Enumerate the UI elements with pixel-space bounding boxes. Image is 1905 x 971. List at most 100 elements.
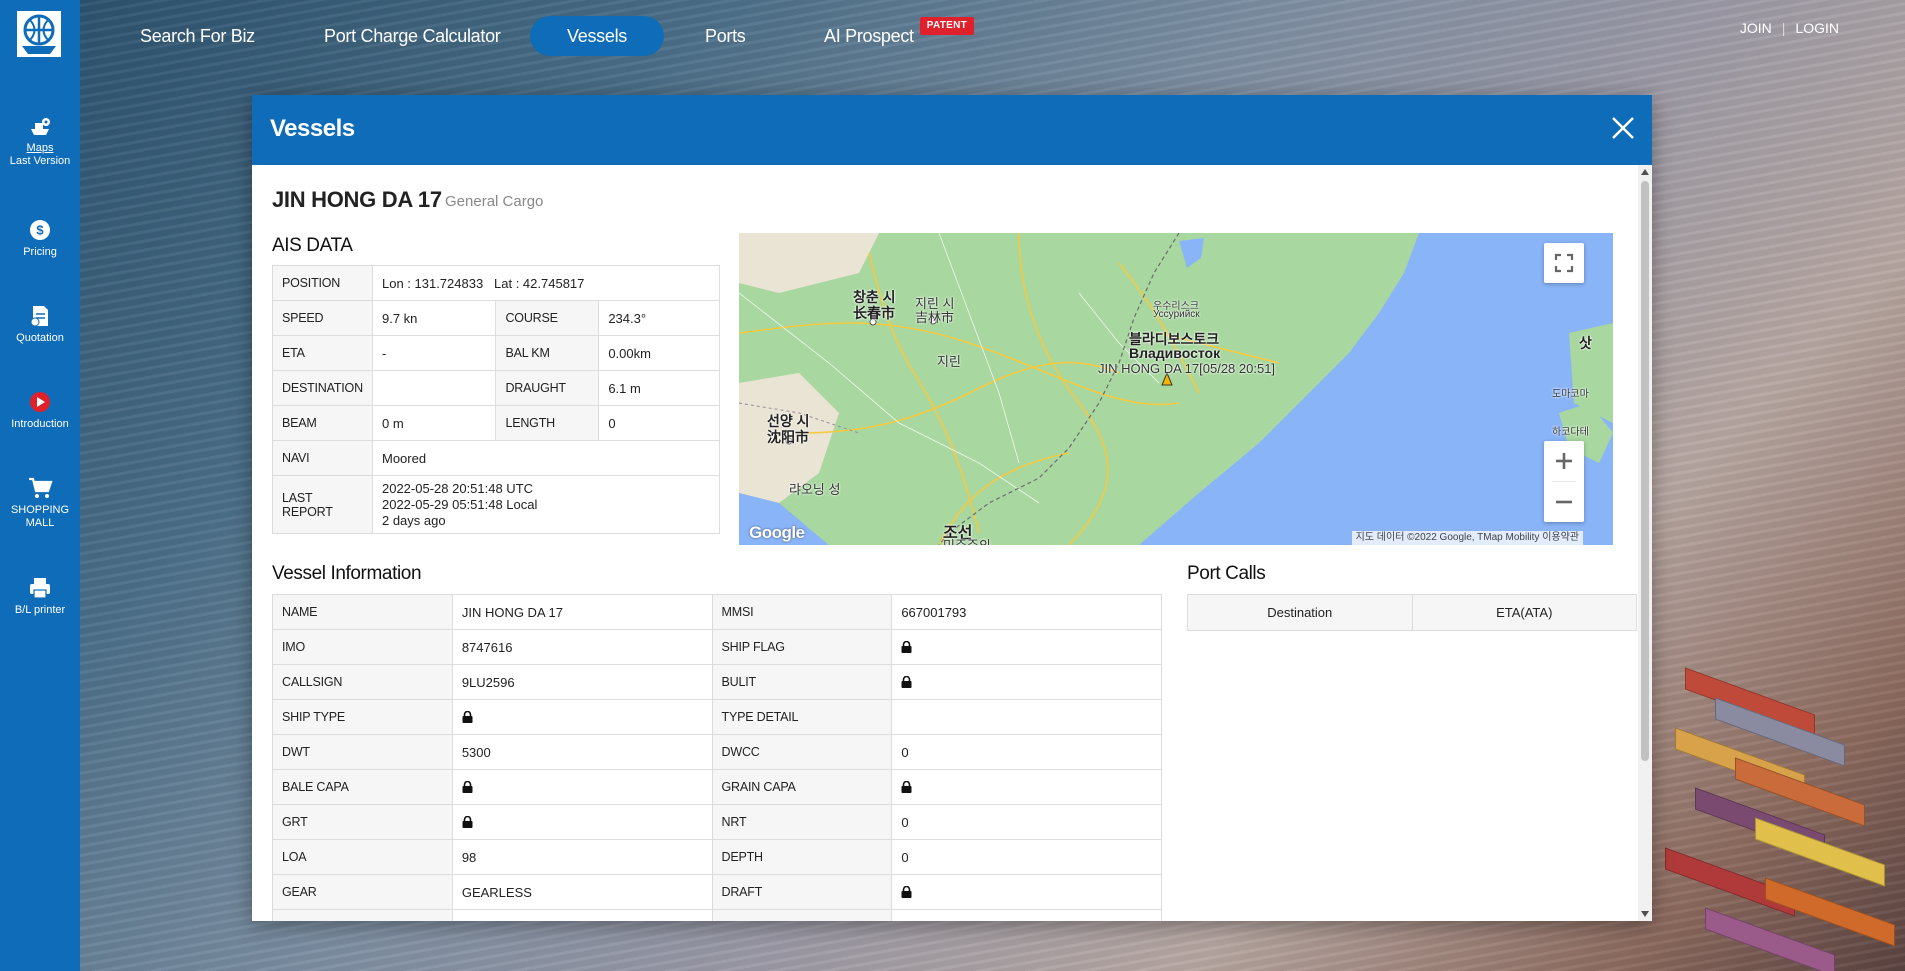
port-calls-title: Port Calls (1187, 563, 1266, 584)
beam-value: 0 m (371, 405, 497, 441)
navi-value: Moored (371, 440, 721, 476)
ais-row: POSITION Lon : 131.724833 Lat : 42.74581… (272, 265, 721, 301)
lock-icon (465, 920, 470, 921)
field-value: 5300 (451, 734, 713, 770)
logo-icon[interactable] (16, 10, 62, 58)
fullscreen-icon (1554, 253, 1574, 273)
col-destination: Destination (1187, 594, 1413, 631)
patent-badge: PATENT (919, 17, 975, 35)
col-eta: ETA(ATA) (1411, 594, 1637, 631)
zoom-out-button[interactable] (1544, 482, 1584, 522)
field-label: OPERATOR (272, 909, 453, 921)
field-label: BALE CAPA (272, 769, 453, 805)
ais-row: LAST REPORT 2022-05-28 20:51:48 UTC 2022… (272, 475, 721, 534)
modal-body: JIN HONG DA 17 General Cargo AIS DATA PO… (252, 165, 1638, 921)
cart-icon (29, 477, 53, 498)
field-label: NAME (272, 594, 453, 630)
eta-value: - (371, 335, 497, 371)
svg-text:$: $ (36, 223, 44, 238)
last-report-value: 2022-05-28 20:51:48 UTC 2022-05-29 05:51… (371, 475, 721, 534)
field-label: DWT (272, 734, 453, 770)
nav-ai-prospect[interactable]: AI ProspectPATENT (824, 16, 975, 56)
play-icon (30, 392, 50, 412)
field-value: 0 (891, 804, 1162, 840)
vessel-info-row: DWT 5300 DWCC 0 (272, 734, 1162, 770)
sidebar-item-introduction[interactable]: Introduction (0, 390, 80, 431)
document-icon (30, 306, 48, 327)
nav-search-for-biz[interactable]: Search For Biz (140, 16, 255, 56)
sidebar-item-quotation[interactable]: Quotation (0, 304, 80, 345)
sidebar-item-maps[interactable]: Maps Last Version (0, 114, 80, 168)
field-value: JIN HONG DA 17 (451, 594, 713, 630)
join-link[interactable]: JOIN (1740, 20, 1772, 36)
course-value: 234.3° (598, 300, 720, 336)
google-logo: Google (749, 523, 805, 542)
port-calls-table: Destination ETA(ATA) (1187, 594, 1637, 631)
vessel-type: General Cargo (445, 193, 544, 210)
scroll-thumb[interactable] (1641, 181, 1649, 761)
sidebar: Maps Last Version $ Pricing Quotation In… (0, 0, 80, 971)
balkm-value: 0.00km (598, 335, 720, 371)
field-label: NRT (711, 804, 893, 840)
nav-port-charge-calculator[interactable]: Port Charge Calculator (324, 16, 501, 56)
vessel-modal: Vessels JIN HONG DA 17 General Cargo AIS… (252, 95, 1652, 921)
lock-icon (462, 710, 473, 723)
fullscreen-button[interactable] (1544, 243, 1584, 283)
vessel-info-row: GRT NRT 0 (272, 804, 1162, 840)
lock-icon (901, 675, 912, 688)
field-label: OWNER (711, 909, 893, 921)
locked-value (451, 909, 713, 921)
nav-vessels[interactable]: Vessels (530, 16, 664, 56)
locked-value (451, 769, 713, 805)
field-label: CALLSIGN (272, 664, 453, 700)
printer-icon (30, 578, 50, 599)
lock-icon (901, 885, 912, 898)
vessel-info-row: IMO 8747616 SHIP FLAG (272, 629, 1162, 665)
map-attribution[interactable]: 지도 데이터 ©2022 Google, TMap Mobility 이용약관 (1351, 531, 1583, 545)
ship-label: JIN HONG DA 17[05/28 20:51] (1098, 361, 1276, 376)
locked-value (891, 629, 1162, 665)
vessel-map[interactable]: 창춘 시 长春市 지린 시 吉林市 지린 우수리스크 Уссурийск 블라디… (739, 233, 1613, 545)
field-label: DRAFT (711, 874, 893, 910)
vessel-info-row: GEAR GEARLESS DRAFT (272, 874, 1162, 910)
scroll-up-icon[interactable] (1641, 169, 1649, 175)
auth-separator: | (1781, 20, 1786, 36)
field-value: 0 (891, 734, 1162, 770)
vessel-info-row: LOA 98 DEPTH 0 (272, 839, 1162, 875)
field-label: GRAIN CAPA (711, 769, 893, 805)
field-label: IMO (272, 629, 453, 665)
scroll-down-icon[interactable] (1641, 911, 1649, 917)
field-value: 98 (451, 839, 713, 875)
ais-row: DESTINATION DRAUGHT 6.1 m (272, 370, 720, 406)
field-label: MMSI (711, 594, 893, 630)
nav-ports[interactable]: Ports (705, 16, 746, 56)
locked-value (891, 874, 1162, 910)
draught-value: 6.1 m (598, 370, 720, 406)
lock-icon (901, 640, 912, 653)
vessel-info-row: CALLSIGN 9LU2596 BULIT (272, 664, 1162, 700)
field-label: DEPTH (711, 839, 893, 875)
lock-icon (904, 920, 910, 921)
field-label: GEAR (272, 874, 453, 910)
zoom-in-button[interactable] (1544, 441, 1584, 481)
vessel-info-row: OPERATOR OWNER (272, 909, 1162, 921)
field-label: GRT (272, 804, 453, 840)
ship-map-icon (31, 118, 50, 135)
close-icon[interactable] (1608, 113, 1638, 143)
login-link[interactable]: LOGIN (1795, 20, 1839, 36)
sidebar-item-bl-printer[interactable]: B/L printer (0, 576, 80, 617)
vessel-info-title: Vessel Information (272, 563, 422, 584)
vessel-name: JIN HONG DA 17 (272, 187, 442, 212)
field-value: GEARLESS (451, 874, 713, 910)
field-label: DWCC (711, 734, 893, 770)
vessel-info-row: SHIP TYPE TYPE DETAIL (272, 699, 1162, 735)
auth-links: JOIN | LOGIN (1730, 20, 1849, 36)
field-value: 9LU2596 (451, 664, 713, 700)
sidebar-item-shopping-mall[interactable]: SHOPPING MALL (0, 476, 80, 530)
locked-value (891, 769, 1162, 805)
lock-icon (462, 815, 473, 828)
sidebar-item-pricing[interactable]: $ Pricing (0, 218, 80, 259)
modal-scrollbar[interactable] (1638, 165, 1652, 921)
field-value: 667001793 (891, 594, 1162, 630)
lock-icon (462, 780, 473, 793)
